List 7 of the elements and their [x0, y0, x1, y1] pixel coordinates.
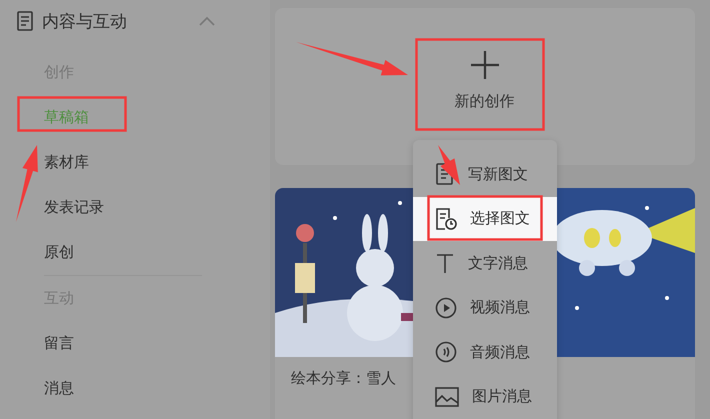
menu-item-label: 写新图文: [468, 164, 528, 184]
menu-item-label: 音频消息: [470, 342, 530, 362]
menu-item-label: 选择图文: [470, 209, 530, 228]
article-title: 绘本分享：雪人: [290, 368, 397, 388]
menu-item-label: 视频消息: [470, 298, 530, 318]
menu-item-label: 文字消息: [468, 254, 528, 273]
menu-item-label: 图片消息: [472, 387, 532, 406]
